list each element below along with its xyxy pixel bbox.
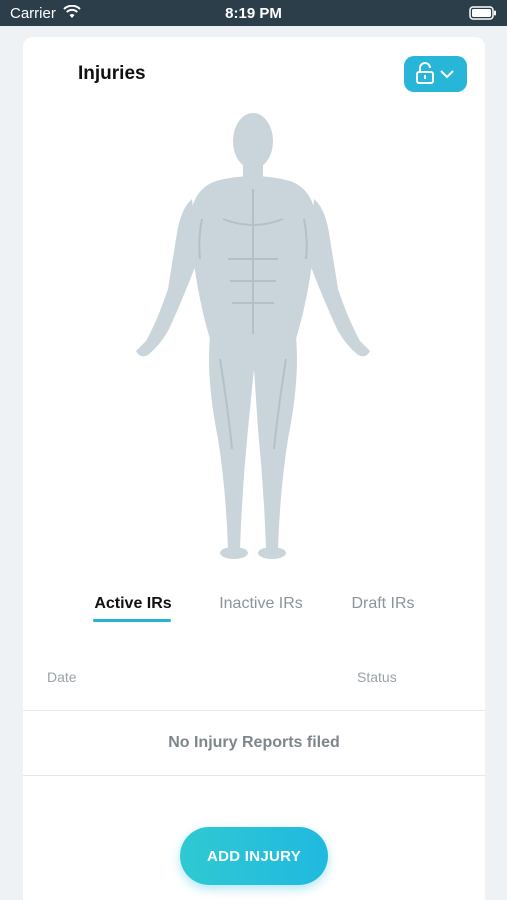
tab-active-irs[interactable]: Active IRs [91, 595, 175, 613]
page-title: Injuries [78, 63, 146, 84]
unlock-icon [416, 62, 434, 84]
date-column-header: Date [47, 669, 77, 685]
add-injury-button[interactable]: ADD INJURY [180, 827, 328, 885]
tab-draft-irs[interactable]: Draft IRs [343, 595, 423, 613]
active-tab-indicator [93, 619, 171, 622]
status-time: 8:19 PM [225, 5, 282, 22]
lock-menu-button[interactable] [404, 56, 467, 92]
body-map-figure[interactable] [128, 109, 378, 564]
divider [23, 775, 485, 776]
empty-state-message: No Injury Reports filed [168, 734, 340, 751]
injuries-card: Injuries Active IRs Inactive IRs Draft I… [23, 37, 485, 900]
battery-icon [469, 6, 496, 20]
status-bar: Carrier 8:19 PM [0, 0, 507, 26]
divider [23, 710, 485, 711]
chevron-down-icon [440, 70, 454, 79]
status-column-header: Status [357, 669, 397, 685]
tab-inactive-irs[interactable]: Inactive IRs [213, 595, 309, 613]
